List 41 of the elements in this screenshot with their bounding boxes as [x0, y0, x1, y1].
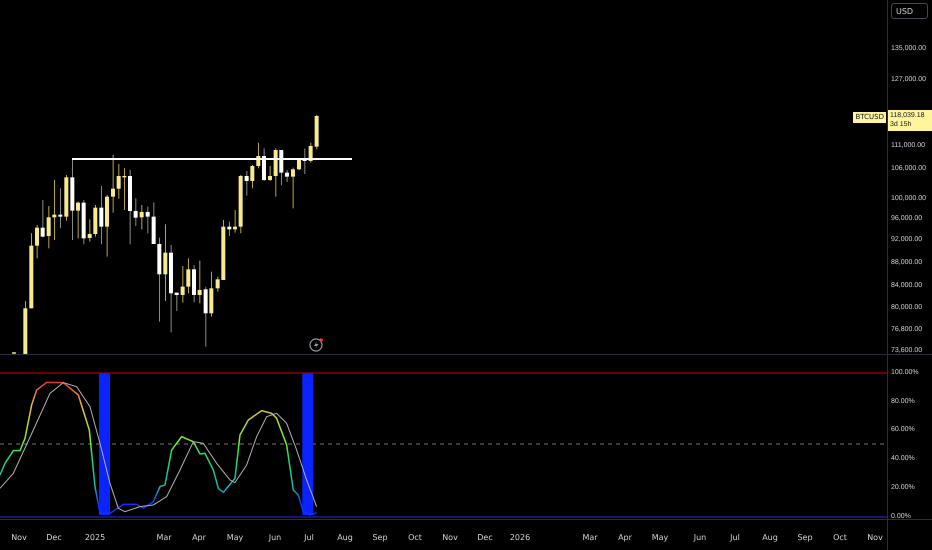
time-axis-label: Aug	[762, 533, 778, 542]
candlestick	[111, 155, 115, 213]
candlestick	[105, 195, 109, 257]
time-axis-label: Mar	[156, 533, 172, 542]
candlestick	[308, 142, 313, 163]
time-axis-label: Dec	[477, 533, 493, 542]
time-axis-label: Jun	[694, 533, 706, 542]
currency-button[interactable]: USD	[891, 3, 928, 19]
candlestick	[296, 158, 301, 170]
time-axis-label: Aug	[337, 533, 353, 542]
candlestick	[12, 352, 16, 354]
time-axis-label: Mar	[582, 533, 598, 542]
candlestick	[23, 300, 28, 354]
time-axis-label: Sep	[797, 533, 813, 542]
time-axis-label: Apr	[618, 533, 632, 542]
time-axis-label: Sep	[372, 533, 388, 542]
time-axis-label: Nov	[11, 533, 27, 542]
time-axis-label: May	[226, 533, 244, 542]
time-axis-label: Nov	[442, 533, 458, 542]
time-axis-label: Nov	[867, 533, 883, 542]
candlestick	[174, 292, 179, 311]
time-axis-label: Dec	[46, 533, 62, 542]
time-axis-label: Oct	[408, 533, 422, 542]
time-axis-label: May	[652, 533, 668, 542]
candlestick	[290, 168, 295, 208]
candlestick	[314, 115, 319, 150]
candlestick	[76, 202, 80, 238]
time-axis-label: Apr	[192, 533, 206, 542]
candlestick	[35, 224, 39, 258]
time-axis-label: 2025	[84, 533, 106, 542]
time-axis-label: Jun	[268, 533, 282, 542]
candlestick	[40, 200, 45, 238]
time-axis-label: Oct	[833, 533, 847, 542]
candlestick	[82, 200, 86, 244]
candlestick	[268, 166, 272, 181]
candlestick	[238, 175, 243, 234]
time-axis-label: Jul	[730, 533, 740, 542]
time-axis-label: 2026	[510, 533, 530, 542]
lightning-icon[interactable]	[309, 338, 323, 352]
time-axis-label: Jul	[304, 533, 314, 542]
candlestick	[64, 175, 68, 221]
